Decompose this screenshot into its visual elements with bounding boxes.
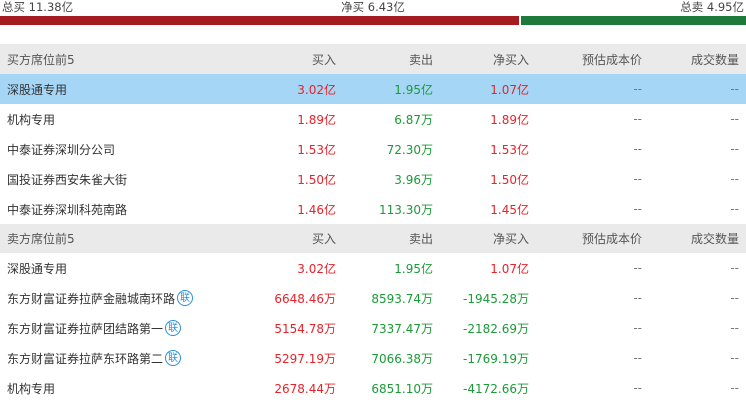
seat-sell-amount: 8593.74万 [371,291,433,306]
seat-name[interactable]: 深股通专用 [0,81,240,98]
seat-name[interactable]: 中泰证券深圳分公司 [0,141,240,158]
seat-sell-amount: 6.87万 [394,112,433,127]
col-header-qty: 成交数量 [690,232,739,246]
seat-sell-amount: 1.95亿 [394,261,433,276]
seat-net-amount: -1945.28万 [463,291,529,306]
seat-est-cost: -- [633,142,642,156]
seat-name-cell[interactable]: 东方财富证券拉萨团结路第一 联 [0,320,240,337]
seat-name-cell[interactable]: 东方财富证券拉萨金融城南环路 联 [0,290,240,307]
linked-seat-badge-icon[interactable]: 联 [165,350,182,366]
seat-buy-amount: 5297.19万 [274,351,336,366]
buy-section-title: 买方席位前5 [7,52,75,67]
seat-name-cell[interactable]: 东方财富证券拉萨东环路第二 联 [0,350,240,367]
buy-seat-row[interactable]: 中泰证券深圳分公司 1.53亿 72.30万 1.53亿 -- -- [0,134,746,164]
seat-net-amount: -4172.66万 [463,381,529,396]
seat-volume: -- [730,142,739,156]
seat-est-cost: -- [633,291,642,305]
sell-section-title: 卖方席位前5 [7,232,75,246]
net-buy-label: 净买 6.43亿 [341,0,405,14]
col-header-qty: 成交数量 [690,52,739,67]
seat-volume: -- [730,291,739,305]
seat-sell-amount: 7066.38万 [371,351,433,366]
seat-est-cost: -- [633,202,642,216]
seat-net-amount: 1.53亿 [490,142,529,157]
seat-buy-amount: 2678.44万 [274,381,336,396]
seat-volume: -- [730,321,739,335]
buy-section-header: 买方席位前5 买入 卖出 净买入 预估成本价 成交数量 [0,44,746,74]
seat-volume: -- [730,202,739,216]
buy-sell-summary: 总买 11.38亿 净买 6.43亿 总卖 4.95亿 [0,0,746,26]
sell-amount-bar [521,16,746,25]
seat-est-cost: -- [633,172,642,186]
seat-sell-amount: 72.30万 [386,142,433,157]
seat-volume: -- [730,172,739,186]
seat-buy-amount: 1.46亿 [297,202,336,217]
linked-seat-badge-icon[interactable]: 联 [165,320,182,336]
seat-name[interactable]: 中泰证券深圳科苑南路 [0,201,240,218]
seat-name[interactable]: 深股通专用 [0,260,240,277]
seat-name[interactable]: 机构专用 [0,111,240,128]
seat-sell-amount: 3.96万 [394,172,433,187]
seat-est-cost: -- [633,351,642,365]
seat-net-amount: 1.50亿 [490,172,529,187]
seat-buy-amount: 1.50亿 [297,172,336,187]
sell-seat-row[interactable]: 东方财富证券拉萨东环路第二 联 5297.19万 7066.38万 -1769.… [0,343,746,373]
seat-name[interactable]: 东方财富证券拉萨金融城南环路 [7,290,175,307]
seat-buy-amount: 1.89亿 [297,112,336,127]
col-header-buy: 买入 [311,52,336,67]
seat-sell-amount: 6851.10万 [371,381,433,396]
seat-buy-amount: 3.02亿 [297,82,336,97]
seat-buy-amount: 5154.78万 [274,321,336,336]
seat-sell-amount: 1.95亿 [394,82,433,97]
seat-buy-amount: 6648.46万 [274,291,336,306]
buy-amount-bar [0,16,519,25]
seat-name[interactable]: 东方财富证券拉萨东环路第二 [7,350,163,367]
seat-volume: -- [730,381,739,395]
col-header-sell: 卖出 [408,52,433,67]
col-header-cost: 预估成本价 [581,232,642,246]
seat-net-amount: -1769.19万 [463,351,529,366]
seat-net-amount: 1.89亿 [490,112,529,127]
seat-sell-amount: 113.30万 [379,202,433,217]
seat-buy-amount: 1.53亿 [297,142,336,157]
seat-est-cost: -- [633,321,642,335]
seat-net-amount: 1.07亿 [490,261,529,276]
seat-est-cost: -- [633,112,642,126]
seat-volume: -- [730,112,739,126]
seat-net-amount: 1.07亿 [490,82,529,97]
seat-volume: -- [730,261,739,275]
linked-seat-badge-icon[interactable]: 联 [177,290,194,306]
col-header-net: 净买入 [492,52,529,67]
total-sell-label: 总卖 4.95亿 [680,0,744,14]
seat-net-amount: 1.45亿 [490,202,529,217]
sell-section-header: 卖方席位前5 买入 卖出 净买入 预估成本价 成交数量 [0,224,746,253]
col-header-net: 净买入 [492,232,529,246]
sell-seat-row[interactable]: 深股通专用 3.02亿 1.95亿 1.07亿 -- -- [0,253,746,283]
seat-name[interactable]: 国投证券西安朱雀大街 [0,171,240,188]
seat-name[interactable]: 机构专用 [0,380,240,397]
buy-seat-row[interactable]: 中泰证券深圳科苑南路 1.46亿 113.30万 1.45亿 -- -- [0,194,746,224]
buy-seat-row[interactable]: 机构专用 1.89亿 6.87万 1.89亿 -- -- [0,104,746,134]
sell-seat-row[interactable]: 机构专用 2678.44万 6851.10万 -4172.66万 -- -- [0,373,746,403]
seat-est-cost: -- [633,381,642,395]
sell-seat-row[interactable]: 东方财富证券拉萨金融城南环路 联 6648.46万 8593.74万 -1945… [0,283,746,313]
sell-seat-row[interactable]: 东方财富证券拉萨团结路第一 联 5154.78万 7337.47万 -2182.… [0,313,746,343]
seat-net-amount: -2182.69万 [463,321,529,336]
seat-est-cost: -- [633,261,642,275]
buy-seat-row[interactable]: 国投证券西安朱雀大街 1.50亿 3.96万 1.50亿 -- -- [0,164,746,194]
seat-volume: -- [730,82,739,96]
col-header-buy: 买入 [311,232,336,246]
col-header-sell: 卖出 [408,232,433,246]
seat-sell-amount: 7337.47万 [371,321,433,336]
seat-est-cost: -- [633,82,642,96]
buy-seat-row[interactable]: 深股通专用 3.02亿 1.95亿 1.07亿 -- -- [0,74,746,104]
seat-buy-amount: 3.02亿 [297,261,336,276]
seat-volume: -- [730,351,739,365]
col-header-cost: 预估成本价 [581,52,642,67]
seat-name[interactable]: 东方财富证券拉萨团结路第一 [7,320,163,337]
